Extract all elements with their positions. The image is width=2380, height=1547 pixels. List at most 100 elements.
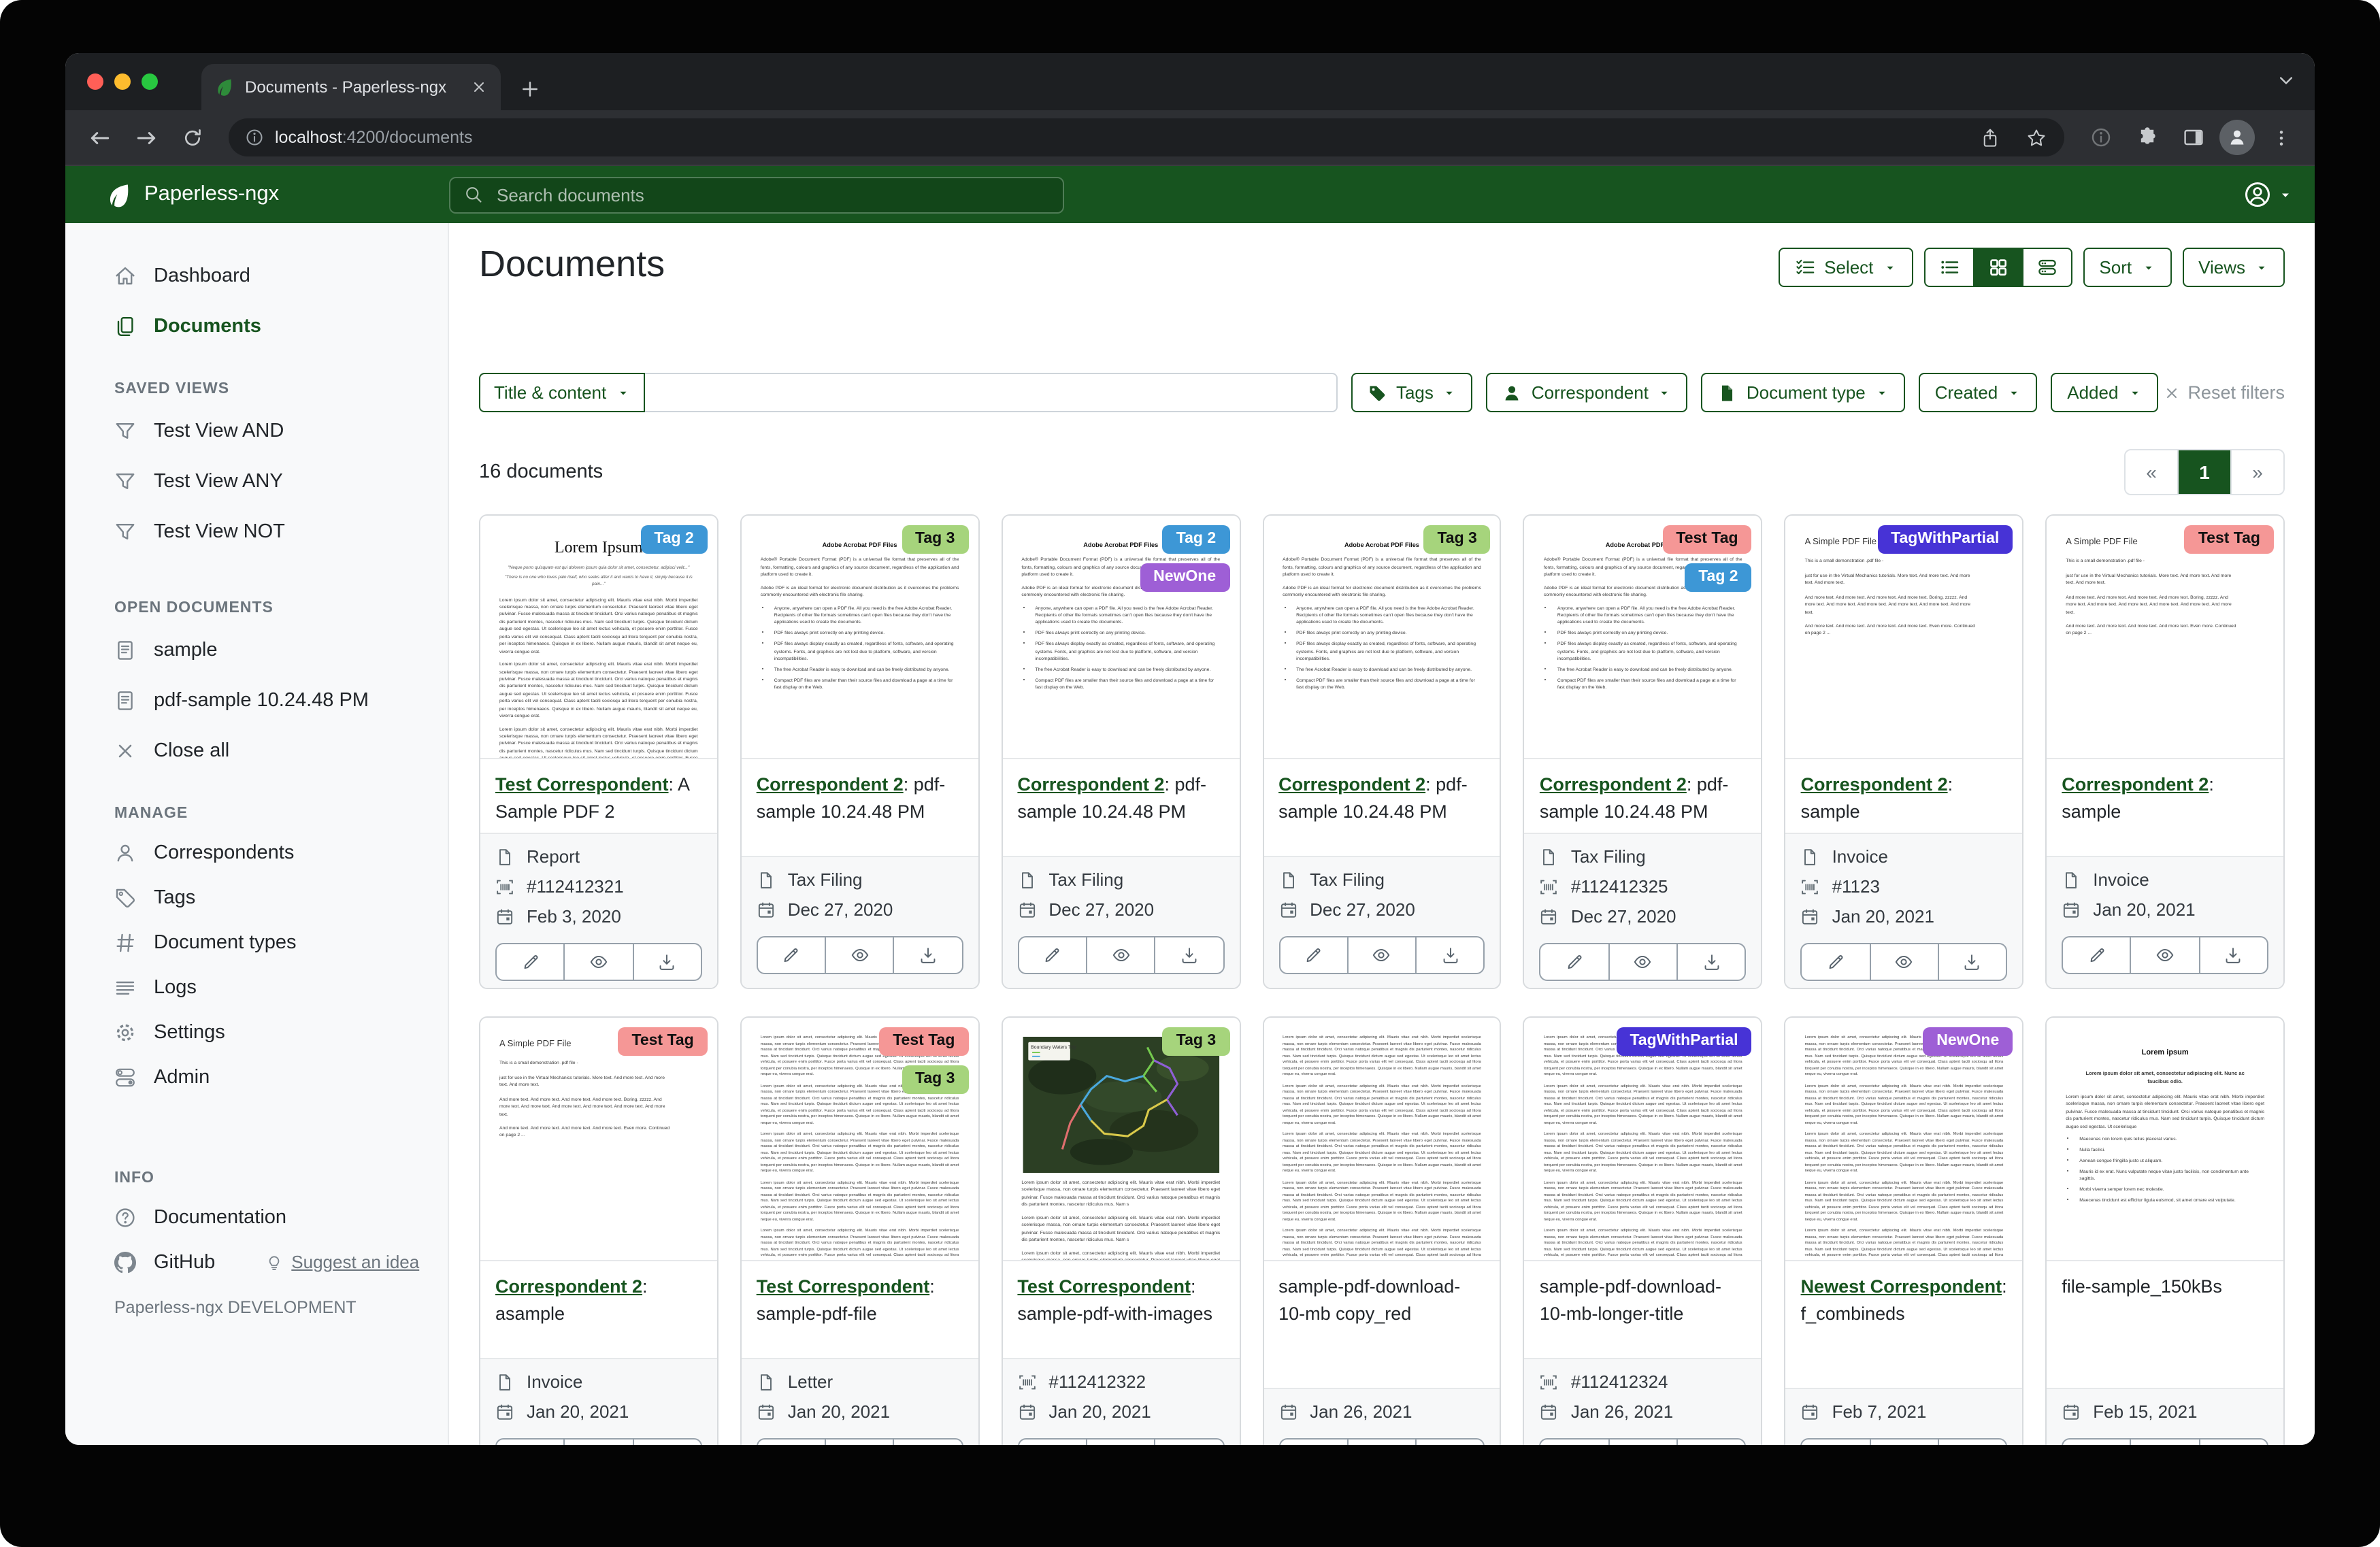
extension-icon[interactable] (2081, 117, 2121, 158)
download-button[interactable] (632, 1440, 701, 1445)
views-dropdown-button[interactable]: Views (2182, 248, 2285, 287)
download-button[interactable] (893, 1440, 962, 1445)
document-thumbnail[interactable]: Lorem ipsum dolor sit amet, consectetur … (1525, 1018, 1762, 1261)
document-thumbnail[interactable]: Adobe Acrobat PDF FilesAdobe® Portable D… (1525, 516, 1762, 759)
sidebar-item-logs[interactable]: Logs (65, 965, 448, 1010)
tag-badge[interactable]: NewOne (1923, 1027, 2013, 1056)
view-button[interactable] (2130, 1440, 2199, 1445)
tag-badge[interactable]: Test Tag (618, 1027, 708, 1056)
tag-badge[interactable]: Tag 2 (1163, 525, 1229, 554)
correspondent-link[interactable]: Correspondent 2 (1017, 774, 1164, 795)
tab-close-icon[interactable] (471, 79, 487, 95)
tag-badge[interactable]: Test Tag (879, 1027, 968, 1056)
download-button[interactable] (1155, 937, 1223, 973)
address-bar[interactable]: localhost:4200/documents (229, 118, 2064, 156)
download-button[interactable] (1676, 1440, 1745, 1445)
sidebar-item-document-types[interactable]: Document types (65, 920, 448, 965)
tag-badge[interactable]: Tag 3 (1423, 525, 1490, 554)
view-button[interactable] (1608, 944, 1676, 980)
document-thumbnail[interactable]: Lorem ipsum dolor sit amet, consectetur … (742, 1018, 978, 1261)
sidebar-item-test-view-and[interactable]: Test View AND (65, 405, 448, 456)
sidebar-item-dashboard[interactable]: Dashboard (65, 250, 448, 301)
view-button[interactable] (2130, 937, 2199, 973)
view-button[interactable] (1086, 1440, 1155, 1445)
document-thumbnail[interactable]: Lorem ipsum dolor sit amet, consectetur … (1786, 1018, 2023, 1261)
minimize-window-button[interactable] (114, 73, 131, 90)
tab-search-chevron-icon[interactable] (2277, 71, 2296, 90)
tag-badge[interactable]: Test Tag (2185, 525, 2274, 554)
back-button[interactable] (79, 117, 120, 158)
view-button[interactable] (825, 1440, 893, 1445)
edit-button[interactable] (758, 1440, 825, 1445)
sidebar-item-documentation[interactable]: Documentation (65, 1195, 448, 1240)
filter-tags-dropdown[interactable]: Tags (1351, 373, 1473, 412)
edit-button[interactable] (758, 937, 825, 973)
user-menu[interactable] (2244, 181, 2293, 208)
download-button[interactable] (1415, 937, 1484, 973)
extensions-puzzle-icon[interactable] (2127, 117, 2168, 158)
document-thumbnail[interactable]: A Simple PDF FileThis is a small demonst… (480, 1018, 717, 1261)
new-tab-button[interactable] (520, 79, 540, 99)
tag-badge[interactable]: Tag 3 (1163, 1027, 1229, 1056)
tag-badge[interactable]: Tag 2 (1685, 563, 1751, 592)
document-thumbnail[interactable]: Lorem ipsum dolor sit amet, consectetur … (1263, 1018, 1500, 1261)
correspondent-link[interactable]: Correspondent 2 (495, 1276, 642, 1297)
download-button[interactable] (1676, 944, 1745, 980)
sidebar-item-pdf-sample-10-24-48-pm[interactable]: pdf-sample 10.24.48 PM (65, 675, 448, 725)
filter-created-dropdown[interactable]: Created (1919, 373, 2038, 412)
reload-button[interactable] (171, 117, 212, 158)
edit-button[interactable] (1541, 944, 1608, 980)
side-panel-icon[interactable] (2173, 117, 2214, 158)
tag-badge[interactable]: Tag 2 (640, 525, 707, 554)
view-button[interactable] (825, 937, 893, 973)
pagination-prev-button[interactable]: « (2126, 450, 2177, 494)
sidebar-item-documents[interactable]: Documents (65, 301, 448, 351)
site-info-icon[interactable] (245, 128, 264, 147)
reset-filters-button[interactable]: Reset filters (2163, 373, 2285, 412)
pagination-next-button[interactable]: » (2230, 450, 2283, 494)
tag-badge[interactable]: TagWithPartial (1616, 1027, 1751, 1056)
sidebar-item-admin[interactable]: Admin (65, 1054, 448, 1099)
filter-document-type-dropdown[interactable]: Document type (1702, 373, 1905, 412)
tag-badge[interactable]: Tag 3 (902, 1065, 968, 1094)
filter-added-dropdown[interactable]: Added (2051, 373, 2158, 412)
view-button[interactable] (1347, 937, 1416, 973)
pagination-page-1[interactable]: 1 (2177, 450, 2230, 494)
edit-button[interactable] (2063, 1440, 2130, 1445)
correspondent-link[interactable]: Correspondent 2 (757, 774, 904, 795)
display-mode-grid-button[interactable] (1972, 248, 2023, 287)
download-button[interactable] (1938, 944, 2006, 980)
document-thumbnail[interactable]: Adobe Acrobat PDF FilesAdobe® Portable D… (1263, 516, 1500, 759)
search-input[interactable] (494, 183, 1049, 206)
sidebar-item-tags[interactable]: Tags (65, 875, 448, 920)
download-button[interactable] (1155, 1440, 1223, 1445)
correspondent-link[interactable]: Test Correspondent (495, 774, 669, 795)
edit-button[interactable] (1280, 1440, 1347, 1445)
display-mode-list-button[interactable] (1923, 248, 1974, 287)
download-button[interactable] (893, 937, 962, 973)
edit-button[interactable] (1802, 944, 1870, 980)
sidebar-item-test-view-any[interactable]: Test View ANY (65, 456, 448, 506)
document-thumbnail[interactable]: Adobe Acrobat PDF FilesAdobe® Portable D… (742, 516, 978, 759)
document-thumbnail[interactable]: Boundary Waters TripLorem ipsum dolor si… (1002, 1018, 1239, 1261)
suggest-an-idea-link[interactable]: Suggest an idea (265, 1252, 419, 1272)
edit-button[interactable] (1019, 1440, 1086, 1445)
view-button[interactable] (564, 944, 633, 980)
edit-button[interactable] (1802, 1440, 1870, 1445)
bookmark-star-icon[interactable] (2018, 120, 2053, 155)
sidebar-item-test-view-not[interactable]: Test View NOT (65, 506, 448, 556)
document-thumbnail[interactable]: Lorem ipsumLorem ipsum dolor sit amet, c… (2047, 1018, 2283, 1261)
filter-text-input[interactable] (644, 373, 1338, 412)
download-button[interactable] (1938, 1440, 2006, 1445)
tag-badge[interactable]: Test Tag (1662, 525, 1751, 554)
edit-button[interactable] (1280, 937, 1347, 973)
browser-profile-avatar[interactable] (2219, 120, 2255, 155)
tag-badge[interactable]: TagWithPartial (1877, 525, 2013, 554)
close-window-button[interactable] (87, 73, 103, 90)
view-button[interactable] (1347, 1440, 1416, 1445)
browser-tab[interactable]: Documents - Paperless-ngx (201, 64, 501, 110)
app-brand[interactable]: Paperless-ngx (65, 182, 449, 207)
sidebar-item-github[interactable]: GitHubSuggest an idea (65, 1240, 448, 1284)
view-button[interactable] (1869, 1440, 1938, 1445)
edit-button[interactable] (497, 1440, 564, 1445)
